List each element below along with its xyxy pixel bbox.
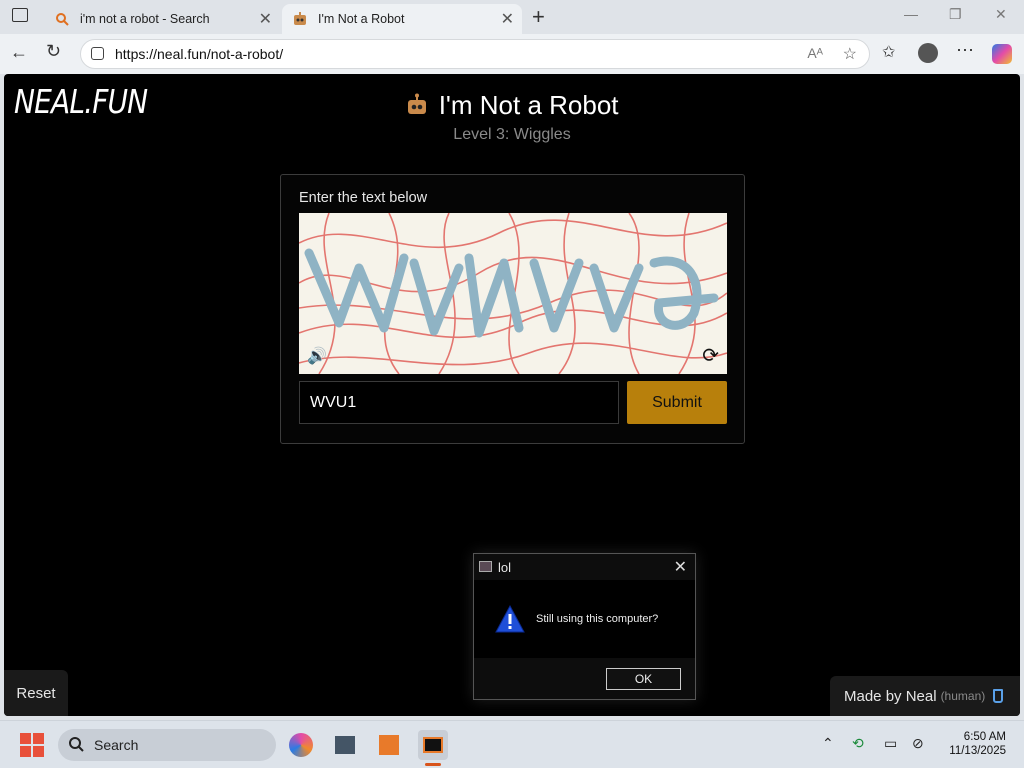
alert-dialog: lol ✕ Still using this computer? OK [473,553,696,700]
robot-icon [408,93,427,114]
minimize-icon[interactable]: — [904,6,918,22]
new-tab-icon[interactable]: + [532,4,545,30]
app-active-icon[interactable] [418,730,448,760]
captcha-card: Enter the text below 🔊 ⟳ WVU1 Submit [280,174,745,444]
submit-button[interactable]: Submit [627,381,727,424]
tab-not-a-robot[interactable]: I'm Not a Robot ✕ [282,4,522,34]
refresh-captcha-icon[interactable]: ⟳ [702,343,719,368]
human-tag: (human) [940,689,986,703]
copilot-icon[interactable] [992,44,1012,64]
taskbar-search-label: Search [94,737,139,753]
made-by-link[interactable]: Made by Neal (human) [830,676,1020,716]
url-field[interactable]: https://neal.fun/not-a-robot/ Aᴬ ☆ [80,39,870,69]
page-title-text: I'm Not a Robot [438,90,619,120]
captcha-input-value: WVU1 [310,393,357,411]
dialog-message: Still using this computer? [536,613,659,625]
dialog-close-icon[interactable]: ✕ [674,557,687,577]
favorite-star-icon[interactable]: ☆ [843,44,857,64]
back-icon[interactable]: ← [10,42,28,63]
close-window-icon[interactable]: ✕ [995,6,1007,23]
app-cubes-icon[interactable] [330,730,360,760]
search-icon [68,736,84,755]
search-icon [54,11,70,27]
dialog-body: Still using this computer? [474,580,695,658]
tab-bar: i'm not a robot - Search ✕ I'm Not a Rob… [0,0,1024,34]
address-bar-row: ← ↻ https://neal.fun/not-a-robot/ Aᴬ ☆ ✩… [0,34,1024,74]
edge-browser-icon[interactable] [286,730,316,760]
active-app-indicator [425,763,441,766]
display-icon[interactable]: ▭ [884,735,897,752]
system-clock[interactable]: 6:50 AM 11/13/2025 [938,730,1006,758]
close-tab-icon[interactable]: ✕ [501,9,514,29]
reset-button[interactable]: Reset [4,670,68,716]
tab-title: i'm not a robot - Search [80,12,210,26]
captcha-text-input[interactable]: WVU1 [299,381,619,424]
close-tab-icon[interactable]: ✕ [259,9,272,29]
site-info-icon[interactable] [91,47,104,60]
page-title: I'm Not a Robot [4,90,1020,121]
browser-chrome: i'm not a robot - Search ✕ I'm Not a Rob… [0,0,1024,74]
sync-icon[interactable]: ⟲ [852,735,864,752]
app-icon [479,561,492,572]
audio-speaker-icon[interactable]: 🔊 [307,346,327,366]
app-blocks-icon[interactable] [374,730,404,760]
taskbar: Search ⌃ ⟲ ▭ ⊘ 6:50 AM 11/13/2025 [0,720,1024,768]
profile-avatar[interactable] [918,43,938,63]
level-subtitle: Level 3: Wiggles [453,126,571,143]
captcha-image: 🔊 ⟳ [299,213,727,374]
clock-date: 11/13/2025 [949,745,1006,757]
favorites-icon[interactable]: ✩ [882,42,895,62]
clock-time: 6:50 AM [963,731,1006,743]
made-by-text: Made by Neal [844,687,937,705]
warning-icon [495,604,525,633]
refresh-icon[interactable]: ↻ [46,41,61,62]
url-text: https://neal.fun/not-a-robot/ [115,46,284,62]
chevron-up-icon[interactable]: ⌃ [822,735,834,752]
start-windows-icon[interactable] [20,733,44,757]
restore-icon[interactable]: ❐ [949,6,962,23]
coffee-cup-icon [993,689,1004,703]
dialog-title: lol [498,559,512,575]
dialog-titlebar: lol ✕ [474,554,695,580]
read-aloud-icon[interactable]: Aᴬ [807,45,823,61]
tab-title: I'm Not a Robot [318,12,405,26]
more-options-icon[interactable]: ⋯ [956,40,974,61]
robot-icon [292,11,308,27]
captcha-instruction: Enter the text below [299,190,428,206]
sidebar-toggle-icon[interactable] [12,8,28,22]
tab-search[interactable]: i'm not a robot - Search ✕ [44,4,280,34]
taskbar-search[interactable]: Search [58,729,276,761]
network-icon[interactable]: ⊘ [912,735,924,752]
ok-button[interactable]: OK [606,668,681,690]
